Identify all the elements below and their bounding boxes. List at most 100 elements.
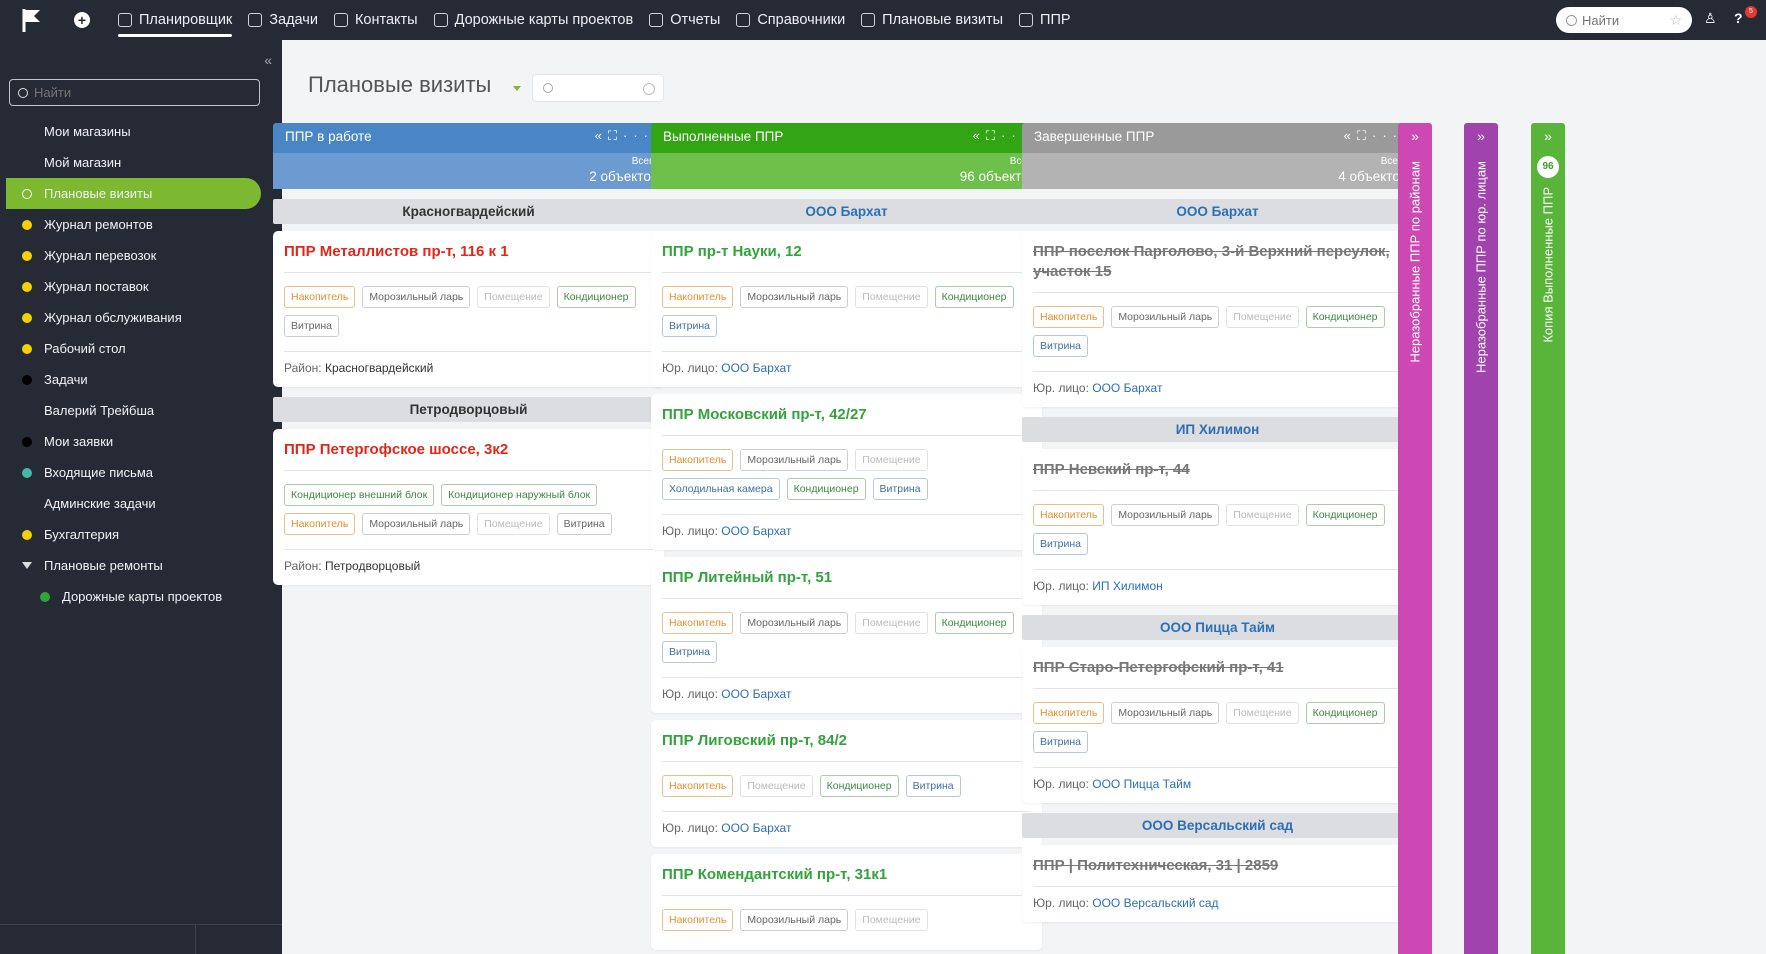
card-title[interactable]: ППР Старо-Петергофский пр-т, 41	[1033, 658, 1402, 689]
column-header[interactable]: Выполненные ППР«⛶···Всего96 объектов	[651, 123, 1042, 189]
nav-item[interactable]: Справочники	[728, 0, 853, 40]
expand-icon[interactable]: ⛶	[986, 128, 1001, 143]
meta-value[interactable]: ООО Пицца Тайм	[1092, 777, 1191, 791]
meta-value[interactable]: ИП Хилимон	[1092, 579, 1163, 593]
collapsed-column[interactable]: » Неразобранные ППР по юр. лицам	[1464, 123, 1498, 954]
equipment-tag[interactable]: Кондиционер внешний блок	[284, 484, 435, 506]
equipment-tag[interactable]: Накопитель	[662, 286, 734, 308]
equipment-tag[interactable]: Накопитель	[1033, 702, 1105, 724]
app-logo[interactable]	[0, 0, 64, 40]
equipment-tag[interactable]: Морозильный ларь	[740, 909, 849, 931]
equipment-tag[interactable]: Морозильный ларь	[740, 612, 849, 634]
global-search-input[interactable]	[1582, 12, 1662, 28]
collapse-column-icon[interactable]: «	[973, 128, 986, 143]
meta-value[interactable]: ООО Бархат	[721, 687, 791, 701]
expand-icon[interactable]: ⛶	[608, 128, 623, 143]
equipment-tag[interactable]: Кондиционер	[556, 286, 636, 308]
equipment-tag[interactable]: Витрина	[872, 478, 928, 500]
sidebar-item[interactable]: Мои заявки	[0, 426, 282, 457]
collapse-column-icon[interactable]: «	[595, 128, 608, 143]
meta-value[interactable]: ООО Бархат	[721, 821, 791, 835]
create-button[interactable]: +	[64, 0, 100, 40]
equipment-tag[interactable]: Помещение	[855, 909, 928, 931]
title-dropdown-icon[interactable]	[513, 86, 521, 91]
card-title[interactable]: ППР Комендантский пр-т, 31к1	[662, 865, 1031, 896]
equipment-tag[interactable]: Помещение	[1226, 504, 1299, 526]
expand-column-icon[interactable]: »	[1398, 128, 1432, 144]
group-header[interactable]: ООО Бархат	[651, 199, 1042, 224]
visit-card[interactable]: ППР Петергофское шоссе, 3к2 Кондиционер в…	[273, 429, 664, 585]
equipment-tag[interactable]: Морозильный ларь	[1111, 504, 1220, 526]
card-title[interactable]: ППР Московский пр-т, 42/27	[662, 405, 1031, 436]
group-header[interactable]: Красногвардейский	[273, 199, 664, 224]
nav-item[interactable]: Задачи	[240, 0, 326, 40]
meta-value[interactable]: ООО Бархат	[1092, 381, 1162, 395]
nav-item[interactable]: Планировщик	[110, 0, 240, 40]
nav-item[interactable]: Дорожные карты проектов	[426, 0, 642, 40]
nav-item[interactable]: Контакты	[326, 0, 426, 40]
equipment-tag[interactable]: Морозильный ларь	[740, 449, 849, 471]
equipment-tag[interactable]: Кондиционер	[1305, 306, 1385, 328]
visit-card[interactable]: ППР Московский пр-т, 42/27 Накопитель Моро…	[651, 394, 1042, 550]
group-header[interactable]: ООО Пицца Тайм	[1022, 615, 1413, 640]
equipment-tag[interactable]: Помещение	[855, 449, 928, 471]
equipment-tag[interactable]: Кондиционер	[1305, 504, 1385, 526]
sidebar-item[interactable]: Журнал поставок	[0, 271, 282, 302]
sidebar-item[interactable]: Плановые визиты	[6, 178, 261, 209]
card-title[interactable]: ППР Лиговский пр-т, 84/2	[662, 731, 1031, 762]
card-title[interactable]: ППР Петергофское шоссе, 3к2	[284, 440, 653, 471]
sidebar-item[interactable]: Рабочий стол	[0, 333, 282, 364]
equipment-tag[interactable]: Накопитель	[662, 775, 734, 797]
sidebar-item[interactable]: Дорожные карты проектов	[0, 581, 282, 612]
star-icon[interactable]: ☆	[1669, 12, 1682, 29]
equipment-tag[interactable]: Холодильная камера	[662, 478, 780, 500]
visit-card[interactable]: ППР Литейный пр-т, 51 Накопитель Морозильн…	[651, 557, 1042, 713]
nav-item[interactable]: ППР	[1011, 0, 1079, 40]
visit-card[interactable]: ППР Комендантский пр-т, 31к1 Накопитель Мо…	[651, 854, 1042, 950]
global-search[interactable]: ☆	[1556, 7, 1692, 33]
equipment-tag[interactable]: Морозильный ларь	[1111, 702, 1220, 724]
nav-item[interactable]: Плановые визиты	[853, 0, 1011, 40]
visit-card[interactable]: ППР Лиговский пр-т, 84/2 Накопитель Помеще…	[651, 720, 1042, 847]
card-title[interactable]: ППР Металлистов пр-т, 116 к 1	[284, 242, 653, 273]
collapse-sidebar-icon[interactable]: «	[264, 52, 272, 68]
equipment-tag[interactable]: Кондиционер	[819, 775, 899, 797]
equipment-tag[interactable]: Кондиционер наружный блок	[441, 484, 598, 506]
sidebar-item[interactable]: Задачи	[0, 364, 282, 395]
equipment-tag[interactable]: Кондиционер	[934, 612, 1014, 634]
card-title[interactable]: ППР поселок Парголово, 3-й Верхний переу…	[1033, 242, 1402, 293]
equipment-tag[interactable]: Витрина	[556, 513, 612, 535]
nav-item[interactable]: Отчеты	[641, 0, 728, 40]
equipment-tag[interactable]: Кондиционер	[1305, 702, 1385, 724]
collapsed-column[interactable]: » Неразобранные ППР по районам	[1398, 123, 1432, 954]
equipment-tag[interactable]: Накопитель	[1033, 306, 1105, 328]
board-search[interactable]	[532, 74, 664, 102]
equipment-tag[interactable]: Морозильный ларь	[362, 286, 471, 308]
expand-icon[interactable]: ⛶	[1357, 128, 1372, 143]
equipment-tag[interactable]: Витрина	[1033, 731, 1089, 753]
equipment-tag[interactable]: Накопитель	[284, 286, 356, 308]
visit-card[interactable]: ППР Металлистов пр-т, 116 к 1 Накопитель М…	[273, 231, 664, 387]
equipment-tag[interactable]: Витрина	[1033, 335, 1089, 357]
equipment-tag[interactable]: Накопитель	[284, 513, 356, 535]
group-header[interactable]: Петродворцовый	[273, 397, 664, 422]
equipment-tag[interactable]: Помещение	[855, 612, 928, 634]
meta-value[interactable]: ООО Бархат	[721, 524, 791, 538]
more-icon[interactable]: ···	[623, 128, 654, 143]
sidebar-item[interactable]: Журнал перевозок	[0, 240, 282, 271]
equipment-tag[interactable]: Накопитель	[1033, 504, 1105, 526]
meta-value[interactable]: ООО Бархат	[721, 361, 791, 375]
sidebar-item[interactable]: Бухгалтерия	[0, 519, 282, 550]
equipment-tag[interactable]: Помещение	[1226, 702, 1299, 724]
column-header[interactable]: Завершенные ППР «⛶··· Всего 4 объектов	[1022, 123, 1413, 189]
equipment-tag[interactable]: Кондиционер	[934, 286, 1014, 308]
sidebar-item[interactable]: Мои магазины	[0, 116, 282, 147]
collapse-column-icon[interactable]: «	[1344, 128, 1357, 143]
equipment-tag[interactable]: Витрина	[1033, 533, 1089, 555]
equipment-tag[interactable]: Накопитель	[662, 449, 734, 471]
card-title[interactable]: ППР Литейный пр-т, 51	[662, 568, 1031, 599]
help-icon[interactable]: ?	[1734, 10, 1743, 26]
visit-card[interactable]: ППР | Политехническая, 31 | 2859 Юр. лицо…	[1022, 845, 1413, 922]
equipment-tag[interactable]: Помещение	[1226, 306, 1299, 328]
visit-card[interactable]: ППР поселок Парголово, 3-й Верхний переу…	[1022, 231, 1413, 407]
